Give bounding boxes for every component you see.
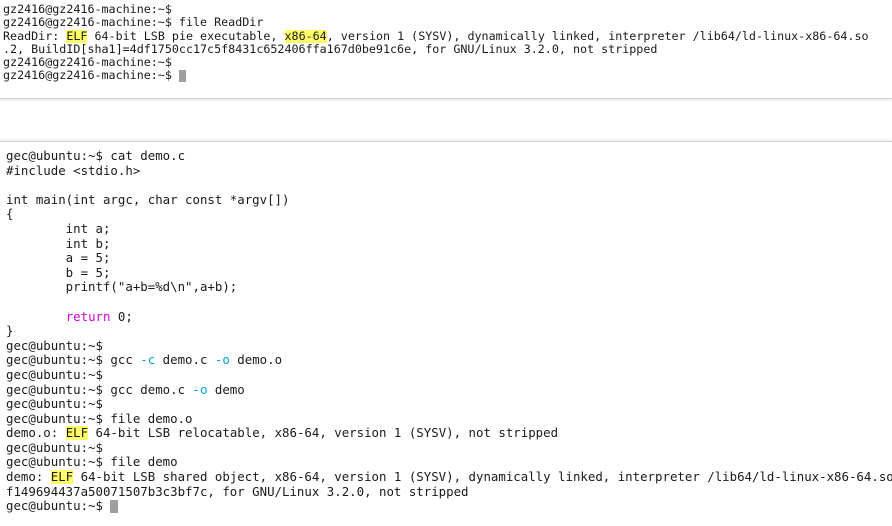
terminal-line: b = 5; xyxy=(6,265,111,280)
terminal-line: gec@ubuntu:~$ file demo xyxy=(6,455,178,470)
command-option: -c xyxy=(140,353,156,368)
terminal-output: gec@ubuntu:~$ cat demo.c #include <stdio… xyxy=(0,142,892,514)
terminal-cursor xyxy=(110,500,119,514)
terminal-line: f149694437a50071507b3c3bf7c, for GNU/Lin… xyxy=(6,484,469,499)
terminal-prompt-line[interactable]: gec@ubuntu:~$ xyxy=(0,499,892,514)
terminal-prompt-line[interactable]: gz2416@gz2416-machine:~$ xyxy=(0,69,892,82)
search-highlight: x86-64 xyxy=(284,29,327,43)
terminal-line: printf("a+b=%d\n",a+b); xyxy=(6,280,238,295)
terminal-line: ReadDir: ELF 64-bit LSB pie executable, … xyxy=(0,29,892,43)
terminal-line: gz2416@gz2416-machine:~$ file ReadDir xyxy=(3,16,264,30)
output-text: demo: xyxy=(6,470,51,485)
command-text: gec@ubuntu:~$ gcc demo.c xyxy=(6,382,193,397)
terminal-line: gz2416@gz2416-machine:~$ xyxy=(3,3,172,16)
terminal-line: gec@ubuntu:~$ cat demo.c xyxy=(6,149,186,163)
output-text: 64-bit LSB pie executable, xyxy=(87,29,285,43)
search-highlight: ELF xyxy=(50,470,74,485)
command-text: gec@ubuntu:~$ gcc xyxy=(6,353,141,368)
search-highlight: ELF xyxy=(66,29,88,43)
prompt-text: gec@ubuntu:~$ xyxy=(6,499,111,514)
output-text: ReadDir: xyxy=(3,29,67,43)
terminal-line: return 0; xyxy=(0,310,892,325)
command-text: demo xyxy=(207,382,245,397)
terminal-line: int b; xyxy=(6,236,111,251)
terminal-line: gec@ubuntu:~$ xyxy=(6,397,103,412)
terminal-line: .2, BuildID[sha1]=4df1750cc17c5f8431c652… xyxy=(3,42,658,56)
terminal-line: int main(int argc, char const *argv[]) xyxy=(6,192,290,207)
terminal-line: demo.o: ELF 64-bit LSB relocatable, x86-… xyxy=(0,426,892,441)
output-text: demo.o: xyxy=(6,426,66,441)
terminal-line: gec@ubuntu:~$ file demo.o xyxy=(6,411,193,426)
command-option: -o xyxy=(192,382,208,397)
terminal-window-bottom[interactable]: gec@ubuntu:~$ cat demo.c #include <stdio… xyxy=(0,141,892,526)
terminal-line: a = 5; xyxy=(6,251,111,266)
terminal-line: gec@ubuntu:~$ gcc -c demo.c -o demo.o xyxy=(0,353,892,368)
terminal-line: gec@ubuntu:~$ xyxy=(6,367,103,382)
terminal-line: gec@ubuntu:~$ xyxy=(6,440,103,455)
output-text: , version 1 (SYSV), dynamically linked, … xyxy=(326,29,869,43)
command-text: demo.c xyxy=(155,353,215,368)
terminal-line: gz2416@gz2416-machine:~$ xyxy=(3,56,172,70)
terminal-window-top[interactable]: gz2416@gz2416-machine:~$ gz2416@gz2416-m… xyxy=(0,0,892,99)
terminal-line: { xyxy=(6,207,14,222)
terminal-line: gec@ubuntu:~$ xyxy=(6,338,103,353)
terminal-line: demo: ELF 64-bit LSB shared object, x86-… xyxy=(0,470,892,485)
terminal-output: gz2416@gz2416-machine:~$ gz2416@gz2416-m… xyxy=(0,0,892,83)
output-text: 64-bit LSB relocatable, x86-64, version … xyxy=(88,426,559,441)
terminal-cursor xyxy=(178,69,186,82)
prompt-text: gz2416@gz2416-machine:~$ xyxy=(3,69,179,83)
terminal-line: #include <stdio.h> xyxy=(6,163,141,178)
terminal-line: } xyxy=(6,324,14,339)
terminal-line: gec@ubuntu:~$ gcc demo.c -o demo xyxy=(0,383,892,398)
command-option: -o xyxy=(214,353,230,368)
keyword-return: return xyxy=(65,309,111,324)
search-highlight: ELF xyxy=(65,426,89,441)
command-text: demo.o xyxy=(229,353,283,368)
terminal-line: int a; xyxy=(6,221,111,236)
output-text: 64-bit LSB shared object, x86-64, versio… xyxy=(73,470,892,485)
code-text: 0; xyxy=(110,309,133,324)
